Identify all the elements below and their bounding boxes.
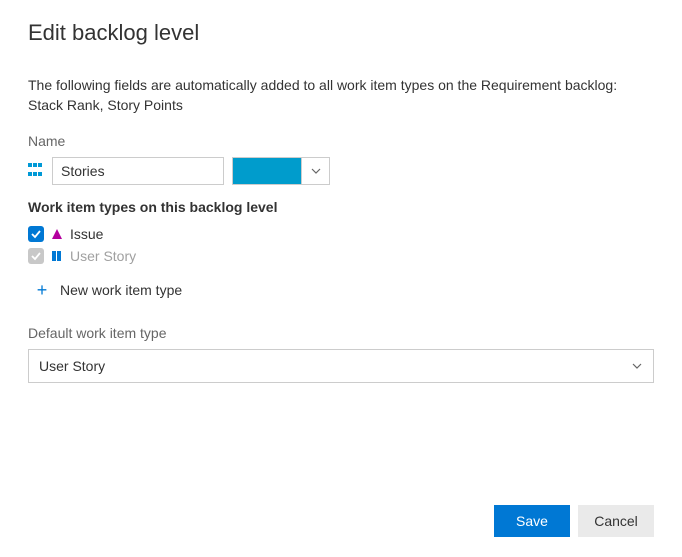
- book-icon: [50, 249, 64, 263]
- wit-row-issue: Issue: [28, 223, 654, 245]
- wit-name: User Story: [70, 248, 136, 264]
- chevron-down-icon: [301, 158, 329, 184]
- new-wit-label: New work item type: [60, 282, 182, 298]
- dialog-title: Edit backlog level: [28, 20, 654, 46]
- default-wit-label: Default work item type: [28, 325, 654, 341]
- wit-row-user-story: User Story: [28, 245, 654, 267]
- plus-icon: +: [34, 281, 50, 299]
- default-wit-select[interactable]: User Story: [28, 349, 654, 383]
- save-button[interactable]: Save: [494, 505, 570, 537]
- new-work-item-type-button[interactable]: + New work item type: [28, 275, 654, 305]
- wit-section-label: Work item types on this backlog level: [28, 199, 654, 215]
- edit-backlog-dialog: Edit backlog level The following fields …: [0, 0, 682, 557]
- name-label: Name: [28, 133, 654, 149]
- color-swatch: [233, 158, 301, 184]
- chevron-down-icon: [631, 360, 643, 372]
- color-picker[interactable]: [232, 157, 330, 185]
- wit-name: Issue: [70, 226, 103, 242]
- dialog-footer: Save Cancel: [28, 485, 654, 537]
- backlog-level-icon: [28, 163, 44, 179]
- name-input[interactable]: [52, 157, 224, 185]
- dialog-description: The following fields are automatically a…: [28, 76, 654, 115]
- cancel-button[interactable]: Cancel: [578, 505, 654, 537]
- default-wit-value: User Story: [39, 358, 105, 374]
- name-row: [28, 157, 654, 185]
- checkbox-user-story: [28, 248, 44, 264]
- triangle-icon: [50, 227, 64, 241]
- wit-list: Issue User Story: [28, 223, 654, 267]
- checkbox-issue[interactable]: [28, 226, 44, 242]
